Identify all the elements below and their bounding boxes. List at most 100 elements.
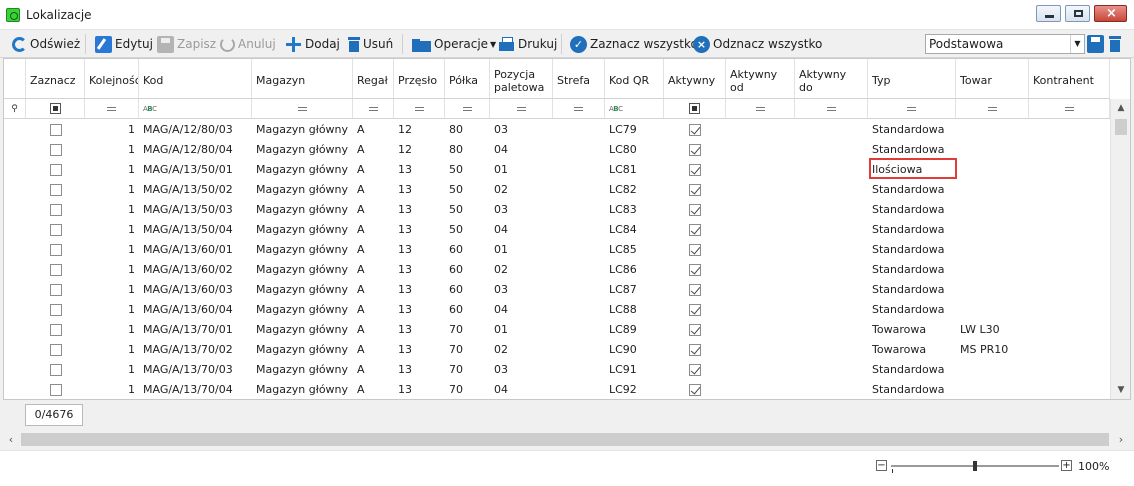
table-row[interactable]: 1 MAG/A/13/50/01 Magazyn główny A 13 50 01 LC81… [4, 160, 1110, 180]
row-select-checkbox[interactable] [49, 144, 62, 156]
active-checkbox[interactable] [689, 384, 701, 396]
cell-zaznacz[interactable] [26, 360, 85, 380]
filter-cell-pozycja[interactable] [490, 99, 553, 118]
edit-button[interactable]: Edytuj [95, 35, 153, 53]
cell-aktywny[interactable] [664, 320, 726, 340]
active-checkbox[interactable] [689, 244, 701, 256]
cancel-button[interactable]: Anuluj [220, 35, 276, 53]
table-row[interactable]: 1 MAG/A/12/80/03 Magazyn główny A 12 80 03 LC79… [4, 120, 1110, 140]
column-header-aktywny-od[interactable]: Aktywny od [726, 59, 795, 98]
row-select-checkbox[interactable] [49, 384, 62, 396]
cell-aktywny[interactable] [664, 160, 726, 180]
column-header-regal[interactable]: Regał [353, 59, 394, 98]
row-select-checkbox[interactable] [49, 204, 62, 216]
cell-aktywny[interactable] [664, 260, 726, 280]
filter-cell-kontrahent[interactable] [1029, 99, 1110, 118]
column-header-typ[interactable]: Typ [868, 59, 956, 98]
table-row[interactable]: 1 MAG/A/13/60/04 Magazyn główny A 13 60 04 LC88… [4, 300, 1110, 320]
row-select-checkbox[interactable] [49, 244, 62, 256]
table-row[interactable]: 1 MAG/A/13/70/01 Magazyn główny A 13 70 01 LC89… [4, 320, 1110, 340]
row-select-checkbox[interactable] [49, 304, 62, 316]
table-row[interactable]: 1 MAG/A/12/80/04 Magazyn główny A 12 80 04 LC80… [4, 140, 1110, 160]
cell-aktywny[interactable] [664, 120, 726, 140]
active-checkbox[interactable] [689, 304, 701, 316]
table-row[interactable]: 1 MAG/A/13/60/03 Magazyn główny A 13 60 03 LC87… [4, 280, 1110, 300]
zoom-out-button[interactable]: − [876, 460, 887, 471]
close-button[interactable]: × [1094, 5, 1127, 22]
active-checkbox[interactable] [689, 224, 701, 236]
active-checkbox[interactable] [689, 264, 701, 276]
active-checkbox[interactable] [689, 364, 701, 376]
horizontal-scroll-thumb[interactable] [21, 433, 1109, 446]
cell-zaznacz[interactable] [26, 380, 85, 399]
column-header-strefa[interactable]: Strefa [553, 59, 605, 98]
cell-aktywny[interactable] [664, 200, 726, 220]
cell-aktywny[interactable] [664, 280, 726, 300]
operations-menu-button[interactable]: Operacje ▼ [412, 35, 496, 53]
refresh-button[interactable]: Odśwież [12, 35, 80, 53]
column-header-aktywny-do[interactable]: Aktywny do [795, 59, 868, 98]
layout-select[interactable]: Podstawowa ▼ [925, 34, 1085, 54]
scroll-right-icon[interactable]: › [1113, 431, 1129, 448]
cell-zaznacz[interactable] [26, 160, 85, 180]
cell-aktywny[interactable] [664, 220, 726, 240]
scroll-up-icon[interactable]: ▲ [1111, 99, 1130, 117]
cell-aktywny[interactable] [664, 340, 726, 360]
column-header-przeslo[interactable]: Przęsło [394, 59, 445, 98]
table-row[interactable]: 1 MAG/A/13/70/02 Magazyn główny A 13 70 02 LC90… [4, 340, 1110, 360]
cell-zaznacz[interactable] [26, 220, 85, 240]
active-checkbox[interactable] [689, 284, 701, 296]
cell-zaznacz[interactable] [26, 120, 85, 140]
row-select-checkbox[interactable] [49, 284, 62, 296]
active-checkbox[interactable] [689, 184, 701, 196]
cell-zaznacz[interactable] [26, 340, 85, 360]
save-layout-icon[interactable] [1087, 35, 1104, 53]
row-select-checkbox[interactable] [49, 364, 62, 376]
cell-zaznacz[interactable] [26, 320, 85, 340]
column-header-towar[interactable]: Towar [956, 59, 1029, 98]
select-all-button[interactable]: ✓ Zaznacz wszystko [570, 35, 698, 53]
maximize-button[interactable] [1065, 5, 1090, 22]
add-button[interactable]: Dodaj [285, 35, 340, 53]
delete-layout-icon[interactable] [1107, 35, 1124, 53]
chevron-down-icon[interactable]: ▼ [1070, 35, 1084, 53]
filter-cell-kod[interactable]: ABC [139, 99, 252, 118]
active-checkbox[interactable] [689, 344, 701, 356]
deselect-all-button[interactable]: × Odznacz wszystko [693, 35, 822, 53]
zoom-slider-thumb[interactable] [973, 461, 977, 471]
table-row[interactable]: 1 MAG/A/13/60/02 Magazyn główny A 13 60 02 LC86… [4, 260, 1110, 280]
column-header-polka[interactable]: Półka [445, 59, 490, 98]
horizontal-scrollbar[interactable]: ‹ › [3, 431, 1131, 448]
table-row[interactable]: 1 MAG/A/13/70/03 Magazyn główny A 13 70 03 LC91… [4, 360, 1110, 380]
cell-zaznacz[interactable] [26, 240, 85, 260]
cell-zaznacz[interactable] [26, 280, 85, 300]
filter-cell-aktywny-do[interactable] [795, 99, 868, 118]
column-header-kolejnosc[interactable]: Kolejność [85, 59, 139, 98]
column-header-magazyn[interactable]: Magazyn [252, 59, 353, 98]
minimize-button[interactable] [1036, 5, 1061, 22]
filter-cell-typ[interactable] [868, 99, 956, 118]
filter-cell-polka[interactable] [445, 99, 490, 118]
scroll-down-icon[interactable]: ▼ [1111, 381, 1130, 399]
filter-cell-magazyn[interactable] [252, 99, 353, 118]
vertical-scroll-thumb[interactable] [1115, 119, 1127, 135]
save-button[interactable]: Zapisz [157, 35, 216, 53]
table-row[interactable]: 1 MAG/A/13/50/02 Magazyn główny A 13 50 02 LC82… [4, 180, 1110, 200]
cell-zaznacz[interactable] [26, 140, 85, 160]
row-select-checkbox[interactable] [49, 164, 62, 176]
cell-zaznacz[interactable] [26, 260, 85, 280]
active-checkbox[interactable] [689, 144, 701, 156]
filter-cell-kolejnosc[interactable] [85, 99, 139, 118]
cell-aktywny[interactable] [664, 360, 726, 380]
row-select-checkbox[interactable] [49, 184, 62, 196]
active-checkbox[interactable] [689, 124, 701, 136]
table-row[interactable]: 1 MAG/A/13/60/01 Magazyn główny A 13 60 01 LC85… [4, 240, 1110, 260]
active-checkbox[interactable] [689, 204, 701, 216]
filter-row-indicator[interactable]: ⚲ [4, 99, 26, 118]
table-row[interactable]: 1 MAG/A/13/70/04 Magazyn główny A 13 70 04 LC92… [4, 380, 1110, 399]
filter-cell-towar[interactable] [956, 99, 1029, 118]
delete-button[interactable]: Usuń [348, 35, 393, 53]
table-row[interactable]: 1 MAG/A/13/50/03 Magazyn główny A 13 50 03 LC83… [4, 200, 1110, 220]
cell-zaznacz[interactable] [26, 200, 85, 220]
column-header-kodqr[interactable]: Kod QR [605, 59, 664, 98]
